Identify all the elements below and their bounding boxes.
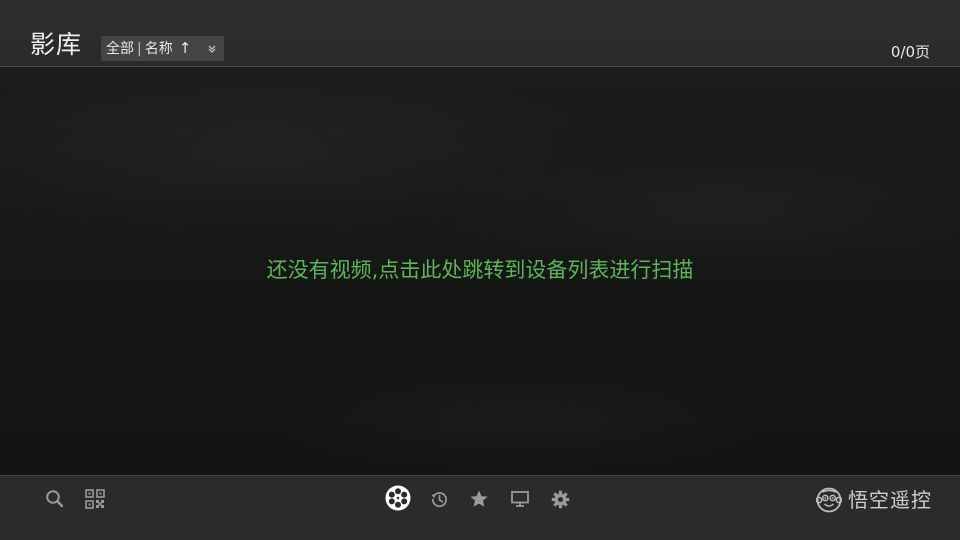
search-icon[interactable] bbox=[44, 488, 66, 510]
footer-toolbar: 悟空遥控 bbox=[0, 475, 960, 540]
page-title: 影库 bbox=[30, 30, 83, 59]
history-icon[interactable] bbox=[430, 490, 449, 509]
sort-field: 名称 bbox=[144, 41, 173, 57]
brand-name: 悟空遥控 bbox=[848, 488, 932, 512]
film-reel-icon[interactable] bbox=[385, 485, 411, 511]
filter-separator: | bbox=[137, 41, 142, 57]
empty-state-scan-link[interactable]: 还没有视频,点击此处跳转到设备列表进行扫描 bbox=[0, 255, 960, 285]
page-count: 0/0页 bbox=[890, 43, 930, 61]
filter-category: 全部 bbox=[106, 41, 134, 57]
sort-ascending-icon: ↑ bbox=[178, 39, 192, 57]
chevron-down-icon bbox=[206, 36, 218, 61]
brand: 悟空遥控 bbox=[816, 486, 932, 514]
star-icon[interactable] bbox=[469, 489, 489, 509]
gear-icon[interactable] bbox=[551, 490, 570, 509]
qr-code-icon[interactable] bbox=[84, 488, 106, 510]
monitor-icon[interactable] bbox=[510, 489, 530, 509]
monkey-logo-icon bbox=[816, 487, 842, 513]
filter-sort-dropdown[interactable]: 全部 | 名称 ↑ bbox=[101, 36, 224, 61]
app-window: 影库 全部|名称 ↑ 0/0页 还没有视频,点击此处跳转到设备列表进行扫描 bbox=[0, 0, 960, 540]
header-bar: 影库 全部 | 名称 ↑ 0/0页 bbox=[0, 0, 960, 67]
